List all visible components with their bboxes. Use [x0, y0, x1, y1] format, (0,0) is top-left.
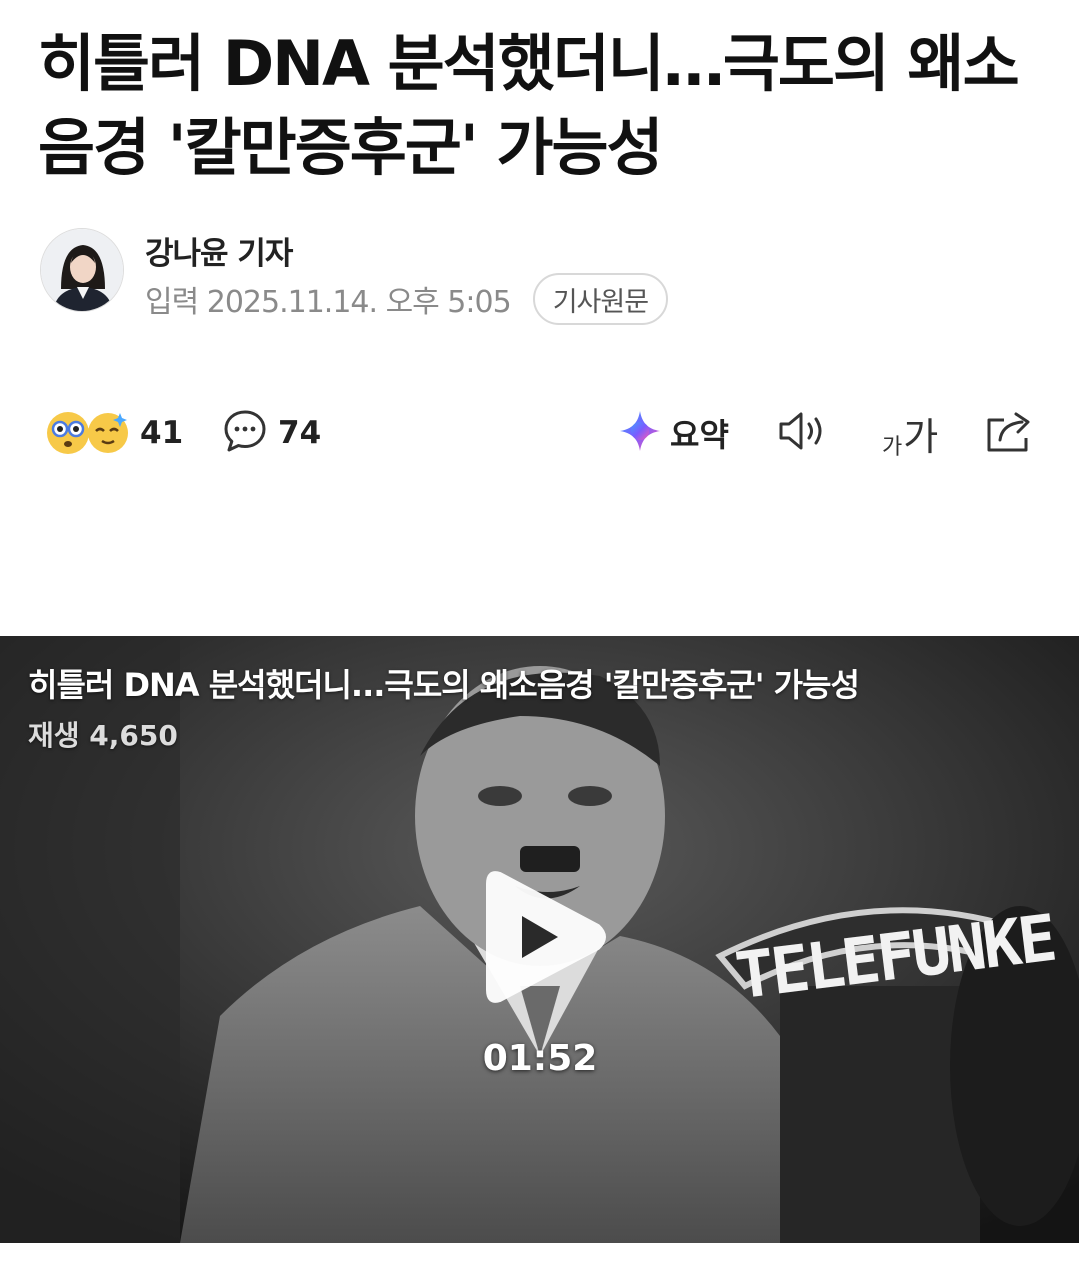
video-title: 히틀러 DNA 분석했더니...극도의 왜소음경 '칼만증후군' 가능성: [28, 666, 860, 704]
ai-summary-icon: [618, 409, 662, 457]
summary-label: 요약: [670, 416, 729, 454]
video-duration: 01:52: [482, 1038, 598, 1079]
comment-count: 74: [278, 415, 322, 451]
video-play-count: 재생 4,650: [28, 719, 178, 752]
share-button[interactable]: [984, 400, 1034, 466]
share-icon: [984, 408, 1034, 458]
reaction-button[interactable]: 41: [46, 400, 183, 466]
author-name[interactable]: 강나윤 기자: [145, 228, 293, 273]
listen-button[interactable]: [776, 400, 832, 466]
summary-button[interactable]: 요약: [618, 400, 729, 466]
article-title: 히틀러 DNA 분석했더니…극도의 왜소음경 '칼만증후군' 가능성: [38, 27, 1020, 184]
byline: 강나윤 기자 입력 2025.11.14. 오후 5:05 기사원문: [38, 228, 1038, 325]
author-avatar[interactable]: [40, 228, 124, 312]
font-size-button[interactable]: 가 가: [882, 400, 938, 466]
font-size-small-label: 가: [882, 434, 903, 460]
publish-date: 입력 2025.11.14. 오후 5:05: [145, 285, 512, 320]
font-size-icon: 가 가: [882, 406, 938, 461]
video-player[interactable]: TELEFUNKE 히틀러 DNA 분석했더니...극도의 왜소음경 '칼만증후…: [0, 636, 1079, 1243]
article-toolbar: 41 74 요약 가 가: [0, 400, 1079, 466]
original-article-button[interactable]: 기사원문: [532, 273, 669, 325]
reaction-count: 41: [140, 415, 184, 451]
speaker-icon: [776, 408, 832, 458]
reaction-emoji-icon: [46, 407, 130, 459]
play-icon: [486, 871, 606, 1003]
meta-row: 입력 2025.11.14. 오후 5:05 기사원문: [145, 273, 669, 325]
comment-button[interactable]: 74: [222, 400, 321, 466]
play-button[interactable]: [486, 868, 610, 1006]
font-size-large-label: 가: [903, 414, 939, 459]
comment-icon: [222, 408, 268, 458]
